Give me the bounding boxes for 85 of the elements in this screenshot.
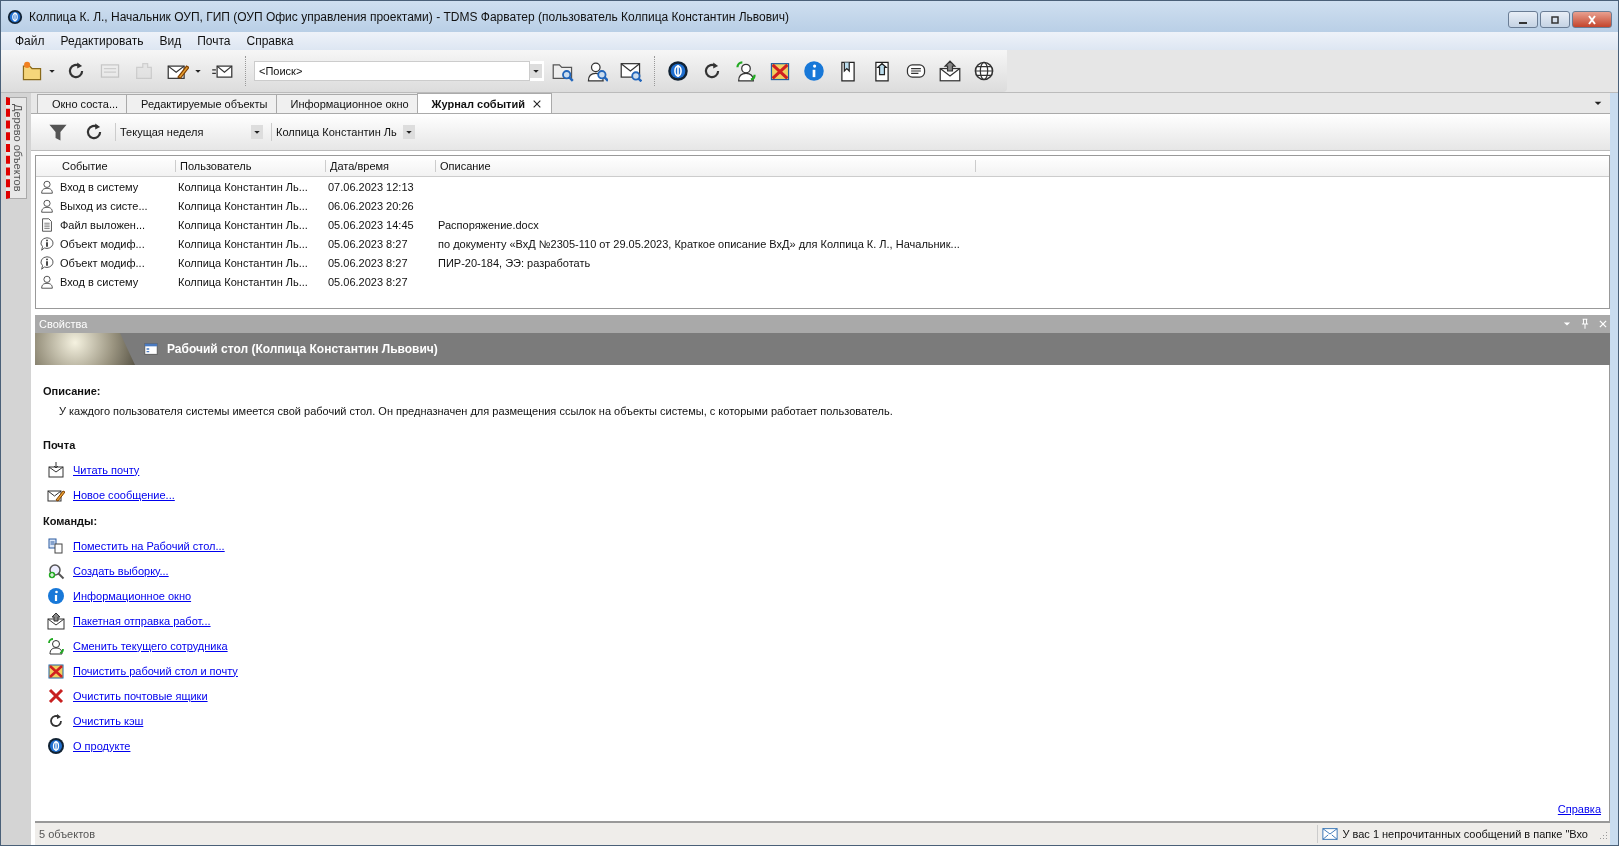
table-cell-text: Объект модиф... bbox=[59, 256, 146, 269]
command-link[interactable]: Поместить на Рабочий стол... bbox=[73, 539, 225, 552]
maximize-button[interactable] bbox=[1540, 11, 1570, 28]
refresh-icon bbox=[47, 711, 65, 730]
person-icon bbox=[39, 273, 55, 290]
column-header[interactable]: Событие bbox=[58, 160, 176, 172]
panel-title: Свойства bbox=[39, 318, 88, 330]
section-heading: Почта bbox=[43, 439, 77, 451]
command-link[interactable]: Новое сообщение... bbox=[73, 488, 175, 501]
close-button[interactable] bbox=[1572, 11, 1612, 28]
table-cell-text: Файл выложен... bbox=[59, 218, 147, 231]
window-title: Колпица К. Л., Начальник ОУП, ГИП (ОУП Офис управления проектами) - TDMS Фарватер (пользователь Колпица Константин Львович) bbox=[29, 9, 790, 24]
pages-icon bbox=[47, 536, 65, 555]
tab[interactable]: Окно соста... bbox=[37, 94, 128, 113]
cross-icon bbox=[47, 686, 65, 705]
dropdown-button[interactable] bbox=[402, 125, 415, 139]
table-cell-text: Объект модиф... bbox=[59, 237, 146, 250]
round-logo-icon bbox=[7, 8, 23, 25]
envelope-up-icon bbox=[47, 611, 65, 630]
tab[interactable]: Редактируемые объекты bbox=[126, 94, 277, 113]
menu-item[interactable]: Почта bbox=[189, 34, 239, 48]
table-cell-text: 05.06.2023 8:27 bbox=[327, 275, 409, 288]
command-link[interactable]: Создать выборку... bbox=[73, 564, 169, 577]
person-icon bbox=[39, 178, 55, 195]
table-cell-text: Распоряжение.docx bbox=[437, 218, 539, 231]
status-text: 5 объектов bbox=[38, 828, 96, 840]
table-cell-text: по документу «ВхД №2305-110 от 29.05.2023, Краткое описание ВхД» для Колпица К. Л., Начальник... bbox=[437, 237, 960, 250]
menu-item[interactable]: Файл bbox=[7, 34, 53, 48]
table-cell-text: Колпица Константин Ль... bbox=[177, 256, 309, 269]
person-icon bbox=[39, 197, 55, 214]
tab[interactable]: Журнал событий bbox=[416, 93, 552, 113]
command-link[interactable]: Сменить текущего сотрудника bbox=[73, 639, 228, 652]
dropdown-button[interactable] bbox=[251, 125, 263, 139]
search-plus-icon bbox=[47, 561, 65, 580]
minimize-icon bbox=[1519, 21, 1527, 24]
side-panel-tab[interactable]: Дерево объектов bbox=[5, 97, 27, 199]
crossed-table-icon bbox=[47, 661, 65, 680]
command-link[interactable]: Очистить почтовые ящики bbox=[73, 689, 208, 702]
table-cell-text: ПИР-20-184, ЭЭ: разработать bbox=[437, 256, 591, 269]
column-header[interactable]: Дата/время bbox=[326, 160, 436, 172]
table-cell-text: Колпица Константин Ль... bbox=[177, 218, 309, 231]
table-cell-text: Колпица Константин Ль... bbox=[177, 237, 309, 250]
envelope-icon bbox=[1322, 826, 1339, 842]
description-text: У каждого пользователя системы имеется свой рабочий стол. Он предназначен для размещения ссылок на объекты системы, с которыми работает пользователь. bbox=[59, 405, 894, 417]
table-cell-text: Колпица Константин Ль... bbox=[177, 275, 309, 288]
table-cell-text: 07.06.2023 12:13 bbox=[327, 180, 415, 193]
user-dropdown[interactable]: Колпица Константин Ль bbox=[276, 124, 403, 140]
desktop-icon bbox=[143, 341, 159, 357]
command-link[interactable]: Информационное окно bbox=[73, 589, 192, 602]
table-cell-text: 05.06.2023 8:27 bbox=[327, 256, 409, 269]
command-link[interactable]: Очистить кэш bbox=[73, 714, 144, 727]
table-cell-text: Колпица Константин Ль... bbox=[177, 199, 309, 212]
users-sync-icon bbox=[47, 636, 65, 655]
info-icon bbox=[47, 586, 65, 605]
command-link[interactable]: Почистить рабочий стол и почту bbox=[73, 664, 238, 677]
command-link[interactable]: Читать почту bbox=[73, 463, 140, 476]
minimize-button[interactable] bbox=[1508, 11, 1538, 28]
table-cell-text: 06.06.2023 20:26 bbox=[327, 199, 415, 212]
info-bubble-icon bbox=[39, 254, 55, 271]
table-cell-text: 05.06.2023 8:27 bbox=[327, 237, 409, 250]
table-cell-text: Вход в систему bbox=[59, 180, 140, 193]
table-cell-text: 05.06.2023 14:45 bbox=[327, 218, 415, 231]
document-icon bbox=[39, 216, 55, 233]
dropdown-button[interactable] bbox=[530, 64, 542, 78]
section-heading: Команды: bbox=[43, 515, 99, 527]
period-dropdown[interactable]: Текущая неделя bbox=[120, 124, 210, 140]
table-cell-text: Колпица Константин Ль... bbox=[177, 180, 309, 193]
column-header[interactable]: Описание bbox=[436, 160, 976, 172]
object-title: Рабочий стол (Колпица Константин Львович) bbox=[167, 342, 438, 356]
section-heading: Описание: bbox=[43, 385, 102, 397]
table-cell-text: Вход в систему bbox=[59, 275, 140, 288]
info-bubble-icon bbox=[39, 235, 55, 252]
help-link[interactable]: Справка bbox=[1557, 803, 1601, 815]
column-header[interactable]: Пользователь bbox=[176, 160, 326, 172]
command-link[interactable]: О продукте bbox=[73, 739, 131, 752]
table-cell-text: Выход из систе... bbox=[59, 199, 149, 212]
menu-item[interactable]: Справка bbox=[238, 34, 302, 48]
command-link[interactable]: Пакетная отправка работ... bbox=[73, 614, 211, 627]
round-logo-icon bbox=[47, 736, 65, 755]
menu-item[interactable]: Редактировать bbox=[52, 34, 152, 48]
menu-item[interactable]: Вид bbox=[151, 34, 190, 48]
envelope-icon bbox=[47, 460, 65, 479]
tab[interactable]: Информационное окно bbox=[275, 94, 418, 113]
search-field[interactable]: <Поиск> bbox=[254, 61, 530, 81]
status-message: У вас 1 непрочитанных сообщений в папке "Вхо bbox=[1342, 828, 1589, 840]
